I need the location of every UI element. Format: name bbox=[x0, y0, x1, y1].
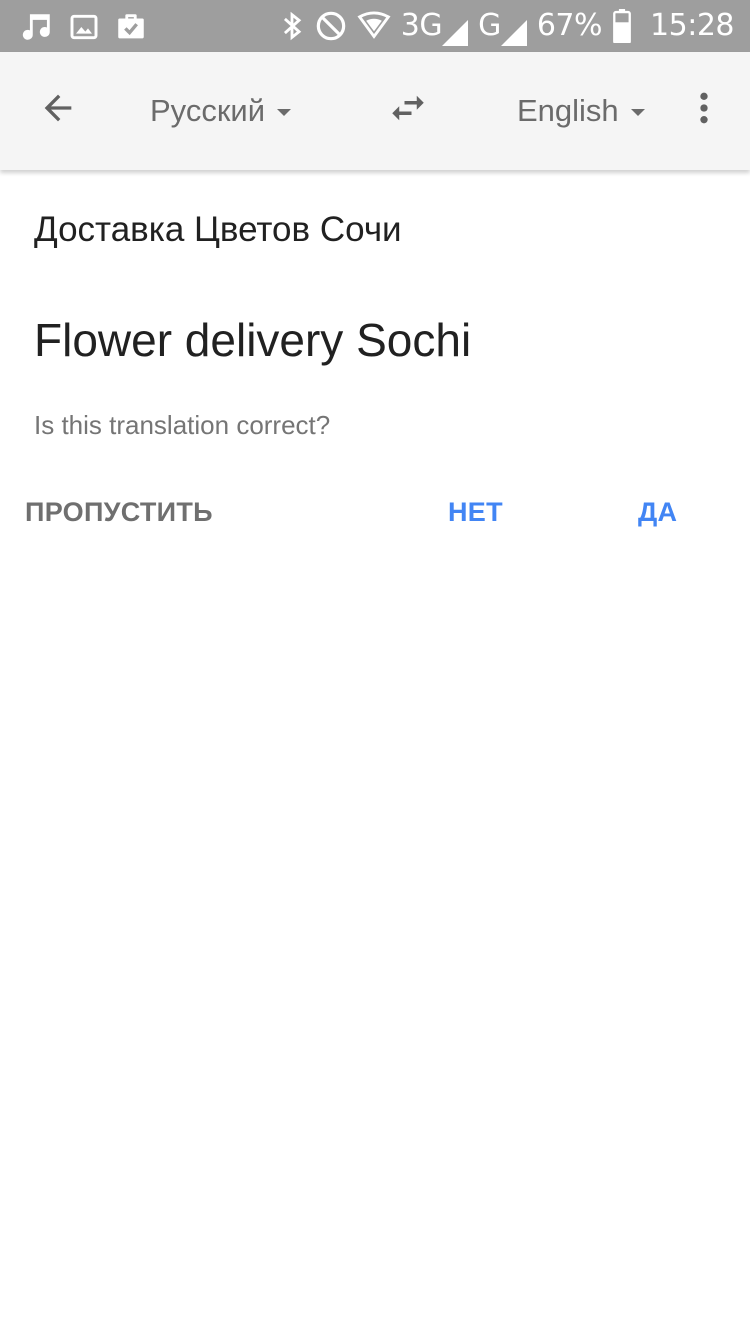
target-language-selector[interactable]: English bbox=[517, 86, 645, 136]
back-button[interactable] bbox=[26, 76, 90, 140]
battery-icon bbox=[612, 9, 632, 43]
no-button[interactable]: НЕТ bbox=[448, 490, 503, 534]
status-bar-system: 3G G 67% 15:28 bbox=[279, 6, 734, 46]
overflow-menu-button[interactable] bbox=[680, 76, 728, 140]
wifi-icon bbox=[357, 11, 391, 41]
translation-text: Flower delivery Sochi bbox=[34, 314, 472, 366]
skip-button[interactable]: ПРОПУСТИТЬ bbox=[25, 490, 213, 534]
signal-icon-2 bbox=[500, 20, 527, 46]
more-vert-icon bbox=[684, 88, 724, 128]
source-language-selector[interactable]: Русский bbox=[150, 86, 292, 136]
arrow-left-icon bbox=[38, 88, 78, 128]
status-bar: 3G G 67% 15:28 bbox=[0, 0, 750, 52]
chevron-down-icon bbox=[630, 108, 645, 116]
network-type-label-2: G bbox=[478, 8, 501, 43]
source-language-label: Русский bbox=[150, 93, 266, 128]
source-text: Доставка Цветов Сочи bbox=[34, 210, 402, 249]
briefcase-check-icon bbox=[114, 10, 148, 44]
feedback-question: Is this translation correct? bbox=[34, 410, 331, 440]
battery-percent: 67% bbox=[536, 8, 603, 43]
network-type-label: 3G bbox=[400, 8, 443, 43]
do-not-disturb-icon bbox=[315, 10, 347, 42]
image-icon bbox=[68, 11, 100, 43]
clock: 15:28 bbox=[650, 8, 734, 43]
status-bar-notifications bbox=[20, 8, 148, 46]
chevron-down-icon bbox=[277, 108, 292, 116]
music-note-icon bbox=[20, 10, 54, 44]
swap-languages-button[interactable] bbox=[376, 76, 440, 140]
yes-button[interactable]: ДА bbox=[638, 490, 677, 534]
bluetooth-icon bbox=[279, 9, 305, 43]
target-language-label: English bbox=[517, 93, 619, 128]
swap-horiz-icon bbox=[387, 87, 429, 129]
language-toolbar: Русский English bbox=[0, 52, 750, 170]
signal-icon bbox=[442, 20, 469, 46]
